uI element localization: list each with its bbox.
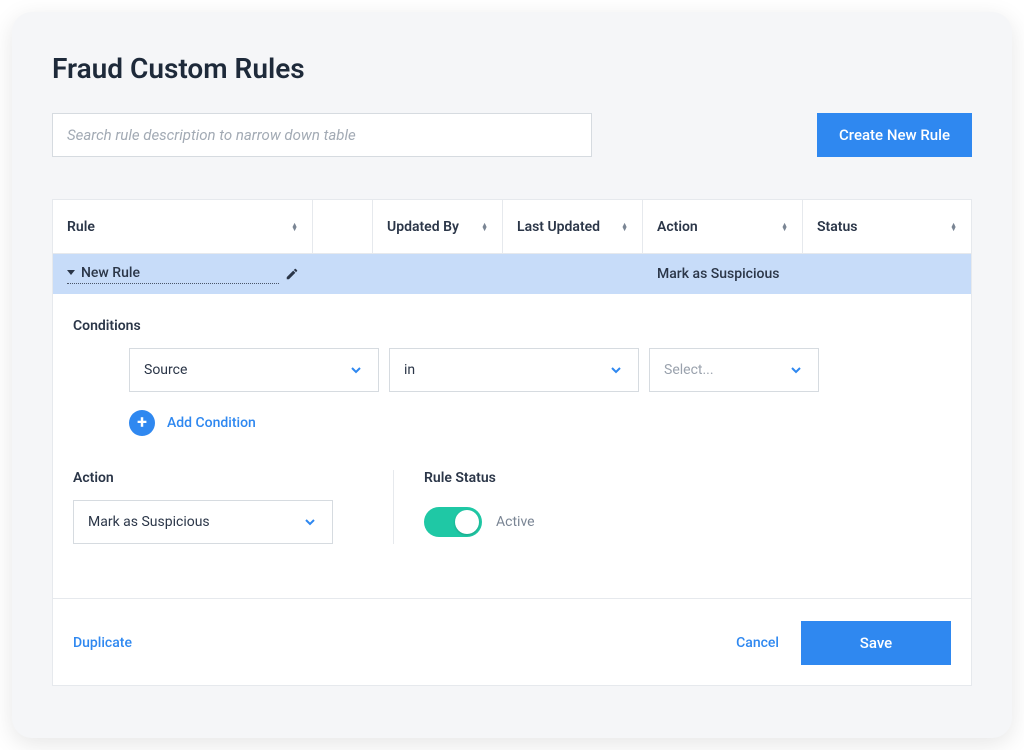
editor-footer: Duplicate Cancel Save [53, 598, 971, 685]
chevron-down-icon [348, 362, 364, 378]
status-toggle[interactable] [424, 507, 482, 537]
col-status[interactable]: Status ▲▼ [803, 200, 971, 253]
add-condition-button[interactable]: + Add Condition [129, 410, 951, 436]
chevron-down-icon [608, 362, 624, 378]
chevron-down-icon [302, 514, 318, 530]
action-label: Action [73, 470, 353, 486]
condition-operator-select[interactable]: in [389, 348, 639, 392]
condition-row: Source in Select... [129, 348, 951, 392]
caret-down-icon [67, 270, 75, 275]
status-value: Active [496, 514, 535, 530]
condition-field-value: Source [144, 362, 187, 378]
condition-value-select[interactable]: Select... [649, 348, 819, 392]
col-action-label: Action [657, 219, 698, 235]
cell-status [803, 254, 971, 294]
col-status-label: Status [817, 219, 857, 235]
chevron-down-icon [788, 362, 804, 378]
rule-name-cell[interactable]: New Rule [67, 265, 279, 284]
condition-operator-value: in [404, 362, 415, 378]
action-select[interactable]: Mark as Suspicious [73, 500, 333, 544]
col-updated-by-label: Updated By [387, 219, 459, 235]
sort-icon: ▲▼ [481, 223, 488, 231]
page-title: Fraud Custom Rules [52, 52, 972, 85]
rule-name-text: New Rule [81, 265, 140, 281]
cell-action: Mark as Suspicious [643, 254, 803, 294]
col-last-updated-label: Last Updated [517, 219, 600, 235]
action-value: Mark as Suspicious [88, 514, 210, 530]
action-column: Action Mark as Suspicious [73, 470, 353, 544]
col-blank [313, 200, 373, 253]
add-condition-label: Add Condition [167, 415, 256, 431]
search-input[interactable] [52, 113, 592, 157]
conditions-label: Conditions [73, 318, 951, 334]
edit-icon[interactable] [285, 267, 299, 281]
table-header: Rule ▲▼ Updated By ▲▼ Last Updated ▲▼ Ac… [53, 200, 971, 254]
rule-editor: Conditions Source in Select... + Add Con… [53, 294, 971, 572]
status-column: Rule Status Active [393, 470, 951, 544]
condition-value-placeholder: Select... [664, 362, 714, 378]
table-row[interactable]: New Rule Mark as Suspicious [53, 254, 971, 294]
sort-icon: ▲▼ [291, 223, 298, 231]
status-label: Rule Status [424, 470, 951, 486]
sort-icon: ▲▼ [950, 223, 957, 231]
editor-bottom-row: Action Mark as Suspicious Rule Status Ac… [73, 470, 951, 544]
duplicate-button[interactable]: Duplicate [73, 635, 132, 651]
condition-field-select[interactable]: Source [129, 348, 379, 392]
col-rule[interactable]: Rule ▲▼ [53, 200, 313, 253]
col-updated-by[interactable]: Updated By ▲▼ [373, 200, 503, 253]
fraud-rules-page: Fraud Custom Rules Create New Rule Rule … [12, 12, 1012, 738]
cancel-button[interactable]: Cancel [736, 635, 779, 651]
col-last-updated[interactable]: Last Updated ▲▼ [503, 200, 643, 253]
cell-last-updated [503, 254, 643, 294]
save-button[interactable]: Save [801, 621, 951, 665]
cell-updated-by [373, 254, 503, 294]
create-rule-button[interactable]: Create New Rule [817, 113, 972, 157]
col-rule-label: Rule [67, 219, 95, 235]
plus-icon: + [129, 410, 155, 436]
sort-icon: ▲▼ [621, 223, 628, 231]
col-action[interactable]: Action ▲▼ [643, 200, 803, 253]
rules-panel: Rule ▲▼ Updated By ▲▼ Last Updated ▲▼ Ac… [52, 199, 972, 686]
toolbar: Create New Rule [52, 113, 972, 157]
sort-icon: ▲▼ [781, 223, 788, 231]
